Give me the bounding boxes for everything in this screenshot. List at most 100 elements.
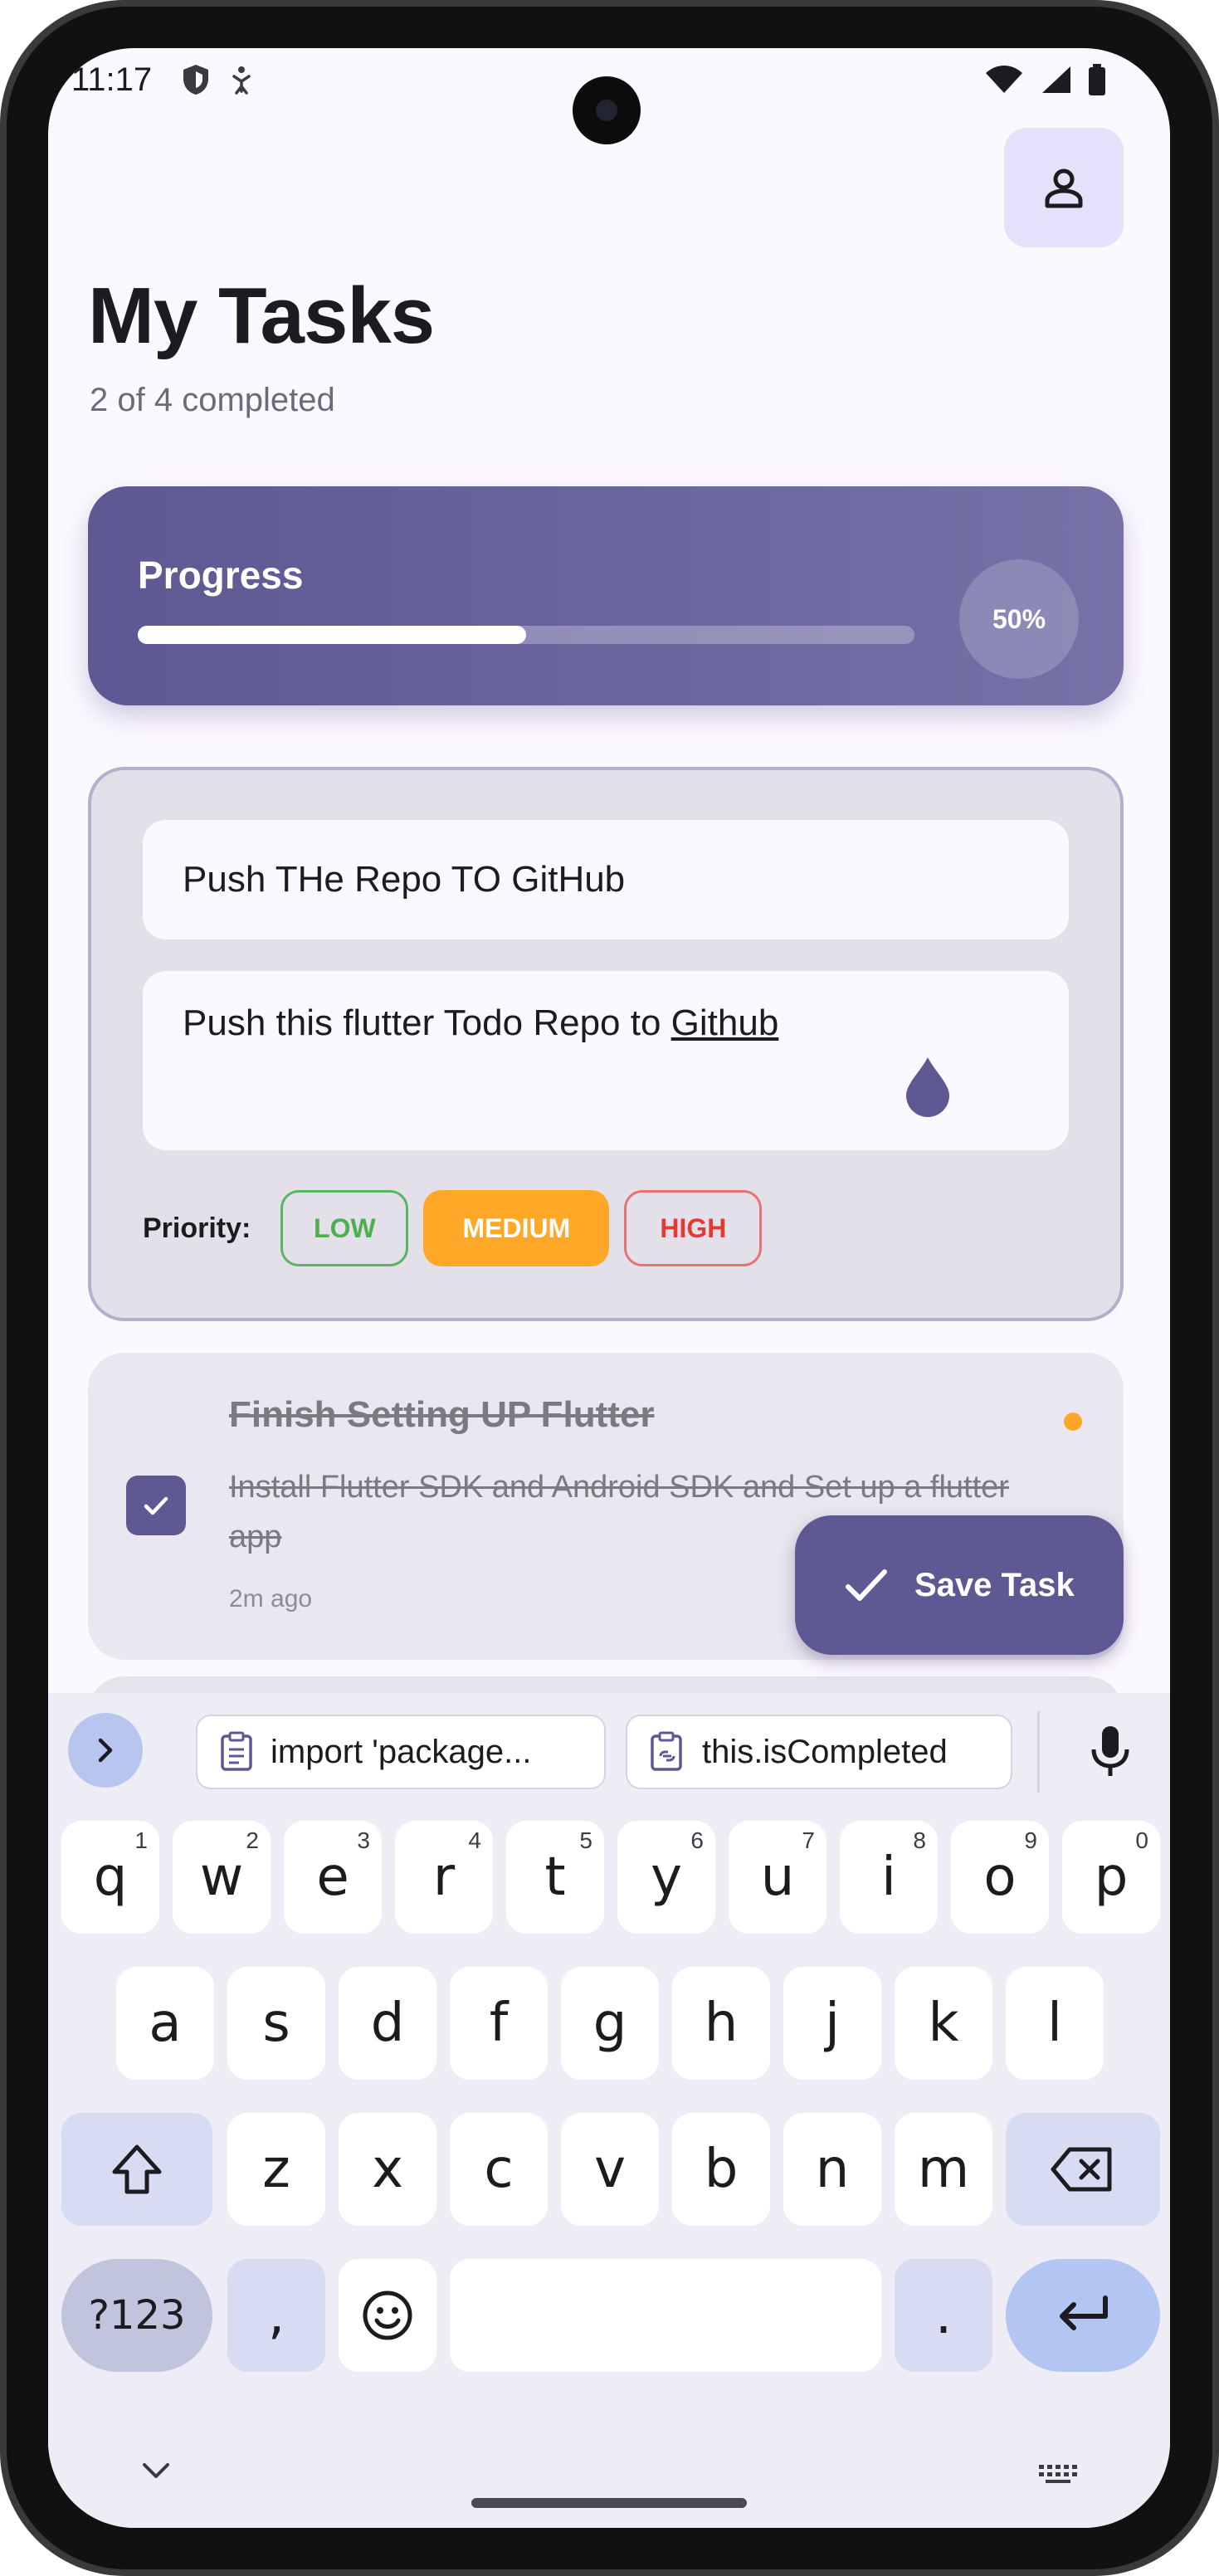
key-x[interactable]: x xyxy=(339,2113,436,2226)
backspace-icon xyxy=(1051,2147,1112,2192)
space-key[interactable] xyxy=(450,2259,881,2372)
key-hint: 8 xyxy=(913,1827,926,1853)
key-e[interactable]: e3 xyxy=(284,1821,382,1934)
key-s[interactable]: s xyxy=(227,1967,325,2080)
keyboard-switch-icon[interactable] xyxy=(1036,2461,1085,2486)
backspace-key[interactable] xyxy=(1006,2113,1160,2226)
completion-summary: 2 of 4 completed xyxy=(90,382,335,418)
hide-keyboard-icon[interactable] xyxy=(138,2458,174,2483)
key-d[interactable]: d xyxy=(339,1967,436,2080)
page-title: My Tasks xyxy=(88,271,435,360)
front-camera xyxy=(573,76,641,144)
priority-selector: Priority: LOW MEDIUM HIGH xyxy=(143,1190,763,1266)
key-u[interactable]: u7 xyxy=(729,1821,826,1934)
wifi-icon xyxy=(986,66,1022,93)
key-o[interactable]: o9 xyxy=(951,1821,1049,1934)
person-icon xyxy=(1045,168,1083,208)
clipboard-suggestion[interactable]: this.isCompleted xyxy=(626,1715,1012,1789)
key-label: a xyxy=(149,1993,182,2054)
clipboard-suggestion[interactable]: import 'package... xyxy=(196,1715,606,1789)
microphone-icon[interactable] xyxy=(1085,1723,1135,1781)
key-label: h xyxy=(704,1993,739,2054)
key-g[interactable]: g xyxy=(561,1967,659,2080)
key-hint: 6 xyxy=(690,1827,704,1853)
volume-button xyxy=(1216,1104,1219,1419)
comma-key[interactable]: , xyxy=(227,2259,325,2372)
period-key[interactable]: . xyxy=(895,2259,992,2372)
clipboard-link-icon xyxy=(651,1731,682,1771)
key-k[interactable]: k xyxy=(895,1967,992,2080)
task-description-input[interactable]: Push this flutter Todo Repo to Github xyxy=(143,971,1069,1150)
key-label: w xyxy=(199,1847,244,1908)
key-c[interactable]: c xyxy=(450,2113,548,2226)
battery-icon xyxy=(1089,64,1105,95)
key-n[interactable]: n xyxy=(783,2113,881,2226)
key-m[interactable]: m xyxy=(895,2113,992,2226)
check-icon xyxy=(144,1496,168,1515)
profile-button[interactable] xyxy=(1004,128,1124,247)
key-hint: 9 xyxy=(1024,1827,1037,1853)
key-label: ?123 xyxy=(88,2292,186,2339)
key-hint: 2 xyxy=(246,1827,259,1853)
key-label: u xyxy=(760,1847,795,1908)
key-i[interactable]: i8 xyxy=(840,1821,938,1934)
key-label: r xyxy=(432,1847,456,1908)
enter-key[interactable] xyxy=(1006,2259,1160,2372)
text-cursor-handle-icon[interactable] xyxy=(901,1054,954,1120)
clipboard-text: import 'package... xyxy=(271,1733,532,1770)
key-h[interactable]: h xyxy=(672,1967,770,2080)
chevron-right-icon xyxy=(98,1738,113,1763)
keyboard-suggestion-strip: import 'package... this.isCompleted xyxy=(48,1693,1170,1806)
phone-frame: 11:17 My Tasks 2 of 4 completed Progress xyxy=(0,0,1219,2576)
key-label: i xyxy=(881,1847,896,1908)
enter-icon xyxy=(1060,2295,1108,2330)
priority-low-chip[interactable]: LOW xyxy=(280,1190,409,1266)
home-indicator[interactable] xyxy=(471,2498,747,2508)
key-label: x xyxy=(372,2139,403,2200)
key-b[interactable]: b xyxy=(672,2113,770,2226)
key-w[interactable]: w2 xyxy=(173,1821,271,1934)
description-text: Push this flutter Todo Repo to xyxy=(183,1003,671,1043)
key-label: f xyxy=(489,1993,509,2054)
key-l[interactable]: l xyxy=(1006,1967,1104,2080)
key-hint: 1 xyxy=(134,1827,148,1853)
key-v[interactable]: v xyxy=(561,2113,659,2226)
key-t[interactable]: t5 xyxy=(506,1821,604,1934)
priority-dot xyxy=(1064,1412,1082,1431)
key-label: p xyxy=(1094,1847,1129,1908)
progress-percent-badge: 50% xyxy=(959,559,1079,679)
key-label: z xyxy=(262,2139,290,2200)
shift-key[interactable] xyxy=(61,2113,212,2226)
key-y[interactable]: y6 xyxy=(617,1821,715,1934)
key-j[interactable]: j xyxy=(783,1967,881,2080)
new-task-form: Push THe Repo TO GitHub Push this flutte… xyxy=(88,767,1124,1321)
save-task-button[interactable]: Save Task xyxy=(795,1515,1124,1655)
progress-label: Progress xyxy=(138,554,304,597)
key-a[interactable]: a xyxy=(116,1967,214,2080)
key-label: m xyxy=(917,2139,970,2200)
priority-high-chip[interactable]: HIGH xyxy=(624,1190,763,1266)
symbols-key[interactable]: ?123 xyxy=(61,2259,212,2372)
key-q[interactable]: q1 xyxy=(61,1821,159,1934)
keyboard: import 'package... this.isCompleted q1 w… xyxy=(48,1693,1170,2528)
check-icon xyxy=(846,1569,887,1601)
key-label: c xyxy=(484,2139,514,2200)
key-label: g xyxy=(592,1993,627,2054)
key-f[interactable]: f xyxy=(450,1967,548,2080)
key-label: k xyxy=(928,1993,959,2054)
key-label: o xyxy=(983,1847,1017,1908)
status-left-icons xyxy=(181,63,254,96)
task-title-input[interactable]: Push THe Repo TO GitHub xyxy=(143,820,1069,939)
key-hint: 0 xyxy=(1135,1827,1148,1853)
key-p[interactable]: p0 xyxy=(1062,1821,1160,1934)
shift-icon xyxy=(112,2144,162,2194)
task-title: Finish Setting UP Flutter xyxy=(229,1394,655,1435)
expand-toolbar-button[interactable] xyxy=(68,1713,143,1788)
priority-medium-chip[interactable]: MEDIUM xyxy=(423,1190,610,1266)
emoji-key[interactable] xyxy=(339,2259,436,2372)
task-checkbox[interactable] xyxy=(126,1476,186,1535)
task-timestamp: 2m ago xyxy=(229,1585,313,1612)
shield-icon xyxy=(183,65,208,95)
key-r[interactable]: r4 xyxy=(395,1821,493,1934)
key-z[interactable]: z xyxy=(227,2113,325,2226)
